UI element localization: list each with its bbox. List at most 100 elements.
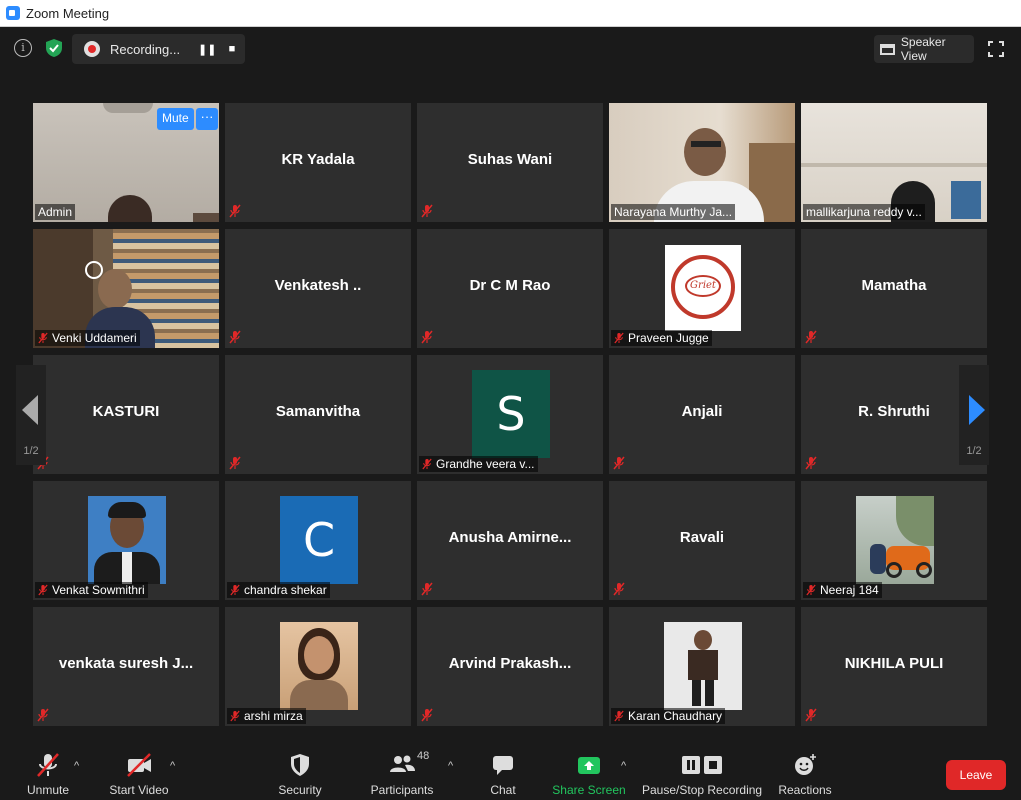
participant-name: Venkat Sowmithri — [52, 583, 145, 597]
share-screen-icon — [578, 757, 600, 774]
participant-name-tag: Karan Chaudhary — [611, 708, 726, 724]
pause-stop-recording-icon — [682, 756, 722, 774]
mic-muted-icon — [805, 456, 817, 470]
chat-button[interactable]: Chat — [478, 744, 528, 800]
pause-recording-icon[interactable]: ❚❚ — [198, 43, 216, 56]
participant-name: Ravali — [679, 529, 725, 546]
window-title: Zoom Meeting — [26, 5, 110, 21]
mic-muted-icon — [806, 584, 816, 596]
share-screen-label: Share Screen — [552, 783, 626, 797]
participant-name: venkata suresh J... — [58, 655, 194, 672]
participant-tile[interactable]: Mamatha — [801, 229, 987, 348]
participant-grid: Admin Mute ··· KR Yadala Suhas Wani Narayana … — [33, 103, 988, 726]
arrow-right-icon — [969, 395, 985, 425]
participant-tile[interactable]: Arvind Prakash... — [417, 607, 603, 726]
speaker-view-button[interactable]: Speaker View — [874, 35, 974, 63]
participant-name: Praveen Jugge — [628, 331, 709, 345]
info-icon[interactable]: i — [14, 39, 32, 57]
participant-tile[interactable]: NIKHILA PULI — [801, 607, 987, 726]
participant-tile[interactable]: Venki Uddameri — [33, 229, 219, 348]
participant-tile[interactable]: Griet Praveen Jugge — [609, 229, 795, 348]
participant-tile[interactable]: Narayana Murthy Ja... — [609, 103, 795, 222]
mic-muted-icon — [421, 582, 433, 596]
share-screen-button[interactable]: Share Screen — [551, 744, 627, 800]
mic-muted-icon — [38, 584, 48, 596]
page-indicator-right: 1/2 — [966, 445, 982, 457]
participant-tile[interactable]: S Grandhe veera v... — [417, 355, 603, 474]
participant-name: Mamatha — [861, 277, 927, 294]
participant-name: NIKHILA PULI — [844, 655, 944, 672]
participants-options-caret-icon[interactable]: ^ — [448, 760, 453, 772]
participant-tile[interactable]: Venkatesh .. — [225, 229, 411, 348]
participant-tile[interactable]: Samanvitha — [225, 355, 411, 474]
mic-muted-icon — [613, 456, 625, 470]
participant-name: Anusha Amirne... — [448, 529, 572, 546]
video-options-caret-icon[interactable]: ^ — [170, 760, 175, 772]
pause-stop-recording-button[interactable]: Pause/Stop Recording — [642, 744, 762, 800]
reactions-icon — [795, 754, 816, 775]
mic-muted-icon — [421, 330, 433, 344]
mic-muted-icon — [229, 456, 241, 470]
participant-tile[interactable]: Neeraj 184 — [801, 481, 987, 600]
mute-participant-button[interactable]: Mute — [157, 108, 194, 130]
mic-muted-icon — [805, 708, 817, 722]
mic-muted-icon — [229, 330, 241, 344]
participant-name-tag: arshi mirza — [227, 708, 306, 724]
previous-page-button[interactable]: 1/2 — [16, 365, 46, 465]
participants-icon — [390, 755, 415, 772]
participant-tile[interactable]: Anusha Amirne... — [417, 481, 603, 600]
more-options-icon[interactable]: ··· — [196, 108, 218, 130]
stop-recording-icon[interactable]: ■ — [224, 43, 240, 55]
participant-name: KASTURI — [92, 403, 160, 420]
reactions-button[interactable]: Reactions — [775, 744, 835, 800]
next-page-button[interactable]: 1/2 — [959, 365, 989, 465]
meeting-topbar: i Recording... ❚❚ ■ Speaker View — [8, 27, 1013, 73]
participant-tile[interactable]: KR Yadala — [225, 103, 411, 222]
participant-tile[interactable]: Anjali — [609, 355, 795, 474]
college-logo: Griet — [665, 245, 741, 331]
participant-tile[interactable]: KASTURI — [33, 355, 219, 474]
participant-name: KR Yadala — [281, 151, 355, 168]
mic-muted-icon — [38, 332, 48, 344]
audio-options-caret-icon[interactable]: ^ — [74, 760, 79, 772]
window-titlebar: Zoom Meeting — [0, 0, 1021, 27]
participant-name-tag: Neeraj 184 — [803, 582, 882, 598]
security-shield-icon[interactable] — [44, 38, 64, 58]
participant-tile[interactable]: Suhas Wani — [417, 103, 603, 222]
participant-tile[interactable]: Karan Chaudhary — [609, 607, 795, 726]
fullscreen-icon[interactable] — [988, 41, 1004, 57]
participant-name-tag: chandra shekar — [227, 582, 330, 598]
mic-muted-icon — [805, 330, 817, 344]
speaker-view-label: Speaker View — [900, 35, 946, 63]
participant-tile[interactable]: venkata suresh J... — [33, 607, 219, 726]
unmute-button[interactable]: Unmute — [18, 744, 78, 800]
recording-indicator: Recording... ❚❚ ■ — [72, 34, 245, 64]
start-video-button[interactable]: Start Video — [104, 744, 174, 800]
participant-tile[interactable]: Cchandra shekar — [225, 481, 411, 600]
participant-name: Neeraj 184 — [820, 583, 879, 597]
participant-name: chandra shekar — [244, 583, 327, 597]
participant-avatar: C — [280, 496, 358, 584]
chat-icon — [493, 756, 513, 775]
participant-name-tag: mallikarjuna reddy v... — [803, 204, 925, 220]
participant-name: Grandhe veera v... — [436, 457, 535, 471]
participant-tile[interactable]: Venkat Sowmithri — [33, 481, 219, 600]
participant-tile[interactable]: Dr C M Rao — [417, 229, 603, 348]
participant-tile[interactable]: Ravali — [609, 481, 795, 600]
video-off-icon — [127, 753, 151, 777]
participant-name: Admin — [38, 205, 73, 219]
participant-tile[interactable]: Admin Mute ··· — [33, 103, 219, 222]
leave-button[interactable]: Leave — [946, 760, 1006, 790]
participant-tile[interactable]: arshi mirza — [225, 607, 411, 726]
participant-name-tag: Venkat Sowmithri — [35, 582, 148, 598]
recording-label: Recording... — [110, 41, 181, 57]
security-button[interactable]: Security — [270, 744, 330, 800]
security-icon — [291, 754, 309, 776]
share-options-caret-icon[interactable]: ^ — [621, 760, 626, 772]
mic-muted-icon — [614, 332, 624, 344]
participant-name-tag: Admin — [35, 204, 76, 220]
participant-tile[interactable]: mallikarjuna reddy v... — [801, 103, 987, 222]
page-indicator-left: 1/2 — [23, 445, 39, 457]
start-video-label: Start Video — [109, 783, 169, 797]
participant-name: Arvind Prakash... — [448, 655, 572, 672]
